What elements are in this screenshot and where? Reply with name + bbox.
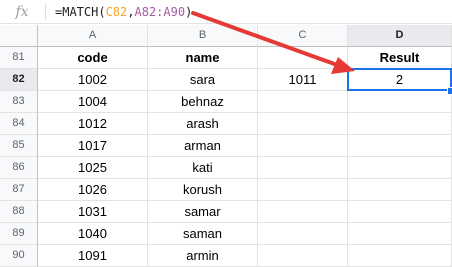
cell-b81[interactable]: name bbox=[148, 47, 258, 69]
formula-input[interactable]: =MATCH(C82,A82:A90) bbox=[55, 3, 192, 21]
cell-a82[interactable]: 1002 bbox=[38, 69, 148, 91]
cell-b82[interactable]: sara bbox=[148, 69, 258, 91]
cell-c89[interactable] bbox=[258, 223, 348, 245]
row-header-87[interactable]: 87 bbox=[0, 179, 38, 201]
cell-d89[interactable] bbox=[348, 223, 452, 245]
formula-suffix: ) bbox=[185, 5, 193, 19]
fx-icon: fx bbox=[15, 4, 29, 20]
row-header-85[interactable]: 85 bbox=[0, 135, 38, 157]
cell-c86[interactable] bbox=[258, 157, 348, 179]
formula-bar-divider bbox=[45, 4, 46, 20]
cell-c87[interactable] bbox=[258, 179, 348, 201]
cell-a81[interactable]: code bbox=[38, 47, 148, 69]
select-all-corner[interactable] bbox=[0, 25, 38, 47]
column-header-b[interactable]: B bbox=[148, 25, 258, 47]
row-header-84[interactable]: 84 bbox=[0, 113, 38, 135]
cell-b85[interactable]: arman bbox=[148, 135, 258, 157]
row-header-88[interactable]: 88 bbox=[0, 201, 38, 223]
row-header-83[interactable]: 83 bbox=[0, 91, 38, 113]
cell-d85[interactable] bbox=[348, 135, 452, 157]
formula-separator: , bbox=[127, 5, 135, 19]
cell-d82[interactable]: 2 bbox=[348, 69, 452, 91]
cell-a85[interactable]: 1017 bbox=[38, 135, 148, 157]
table-row: 86 1025 kati bbox=[0, 157, 452, 179]
cell-b83[interactable]: behnaz bbox=[148, 91, 258, 113]
cell-d90[interactable] bbox=[348, 245, 452, 267]
cell-d86[interactable] bbox=[348, 157, 452, 179]
cell-d81[interactable]: Result bbox=[348, 47, 452, 69]
cell-a86[interactable]: 1025 bbox=[38, 157, 148, 179]
cell-d87[interactable] bbox=[348, 179, 452, 201]
cell-b84[interactable]: arash bbox=[148, 113, 258, 135]
cell-a83[interactable]: 1004 bbox=[38, 91, 148, 113]
column-header-d[interactable]: D bbox=[348, 25, 452, 47]
cell-c84[interactable] bbox=[258, 113, 348, 135]
row-header-89[interactable]: 89 bbox=[0, 223, 38, 245]
table-row: 90 1091 armin bbox=[0, 245, 452, 267]
table-row: 89 1040 saman bbox=[0, 223, 452, 245]
column-header-c[interactable]: C bbox=[258, 25, 348, 47]
table-row: 83 1004 behnaz bbox=[0, 91, 452, 113]
table-row: 88 1031 samar bbox=[0, 201, 452, 223]
formula-ref-c82: C82 bbox=[105, 5, 128, 19]
cell-c85[interactable] bbox=[258, 135, 348, 157]
row-header-81[interactable]: 81 bbox=[0, 47, 38, 69]
formula-prefix: =MATCH( bbox=[55, 5, 106, 19]
cell-a87[interactable]: 1026 bbox=[38, 179, 148, 201]
cell-c81[interactable] bbox=[258, 47, 348, 69]
cell-a90[interactable]: 1091 bbox=[38, 245, 148, 267]
table-row: 84 1012 arash bbox=[0, 113, 452, 135]
formula-bar: fx =MATCH(C82,A82:A90) bbox=[0, 0, 452, 24]
cell-a88[interactable]: 1031 bbox=[38, 201, 148, 223]
table-row: 85 1017 arman bbox=[0, 135, 452, 157]
cell-b89[interactable]: saman bbox=[148, 223, 258, 245]
cell-c83[interactable] bbox=[258, 91, 348, 113]
column-header-a[interactable]: A bbox=[38, 25, 148, 47]
row-header-90[interactable]: 90 bbox=[0, 245, 38, 267]
cell-d88[interactable] bbox=[348, 201, 452, 223]
cell-b90[interactable]: armin bbox=[148, 245, 258, 267]
row-header-82[interactable]: 82 bbox=[0, 69, 38, 91]
column-header-row: ABCD bbox=[0, 25, 452, 47]
table-row: 87 1026 korush bbox=[0, 179, 452, 201]
cell-a84[interactable]: 1012 bbox=[38, 113, 148, 135]
cell-b88[interactable]: samar bbox=[148, 201, 258, 223]
formula-ref-range: A82:A90 bbox=[134, 5, 186, 19]
cell-b86[interactable]: kati bbox=[148, 157, 258, 179]
cell-b87[interactable]: korush bbox=[148, 179, 258, 201]
fill-handle[interactable] bbox=[447, 87, 452, 95]
row-header-86[interactable]: 86 bbox=[0, 157, 38, 179]
cell-c88[interactable] bbox=[258, 201, 348, 223]
cell-d83[interactable] bbox=[348, 91, 452, 113]
cell-d84[interactable] bbox=[348, 113, 452, 135]
cell-c82[interactable]: 1011 bbox=[258, 69, 348, 91]
cell-c90[interactable] bbox=[258, 245, 348, 267]
table-row: 82 1002 sara 1011 2 bbox=[0, 69, 452, 91]
cell-a89[interactable]: 1040 bbox=[38, 223, 148, 245]
table-row: 81 code name Result bbox=[0, 47, 452, 69]
